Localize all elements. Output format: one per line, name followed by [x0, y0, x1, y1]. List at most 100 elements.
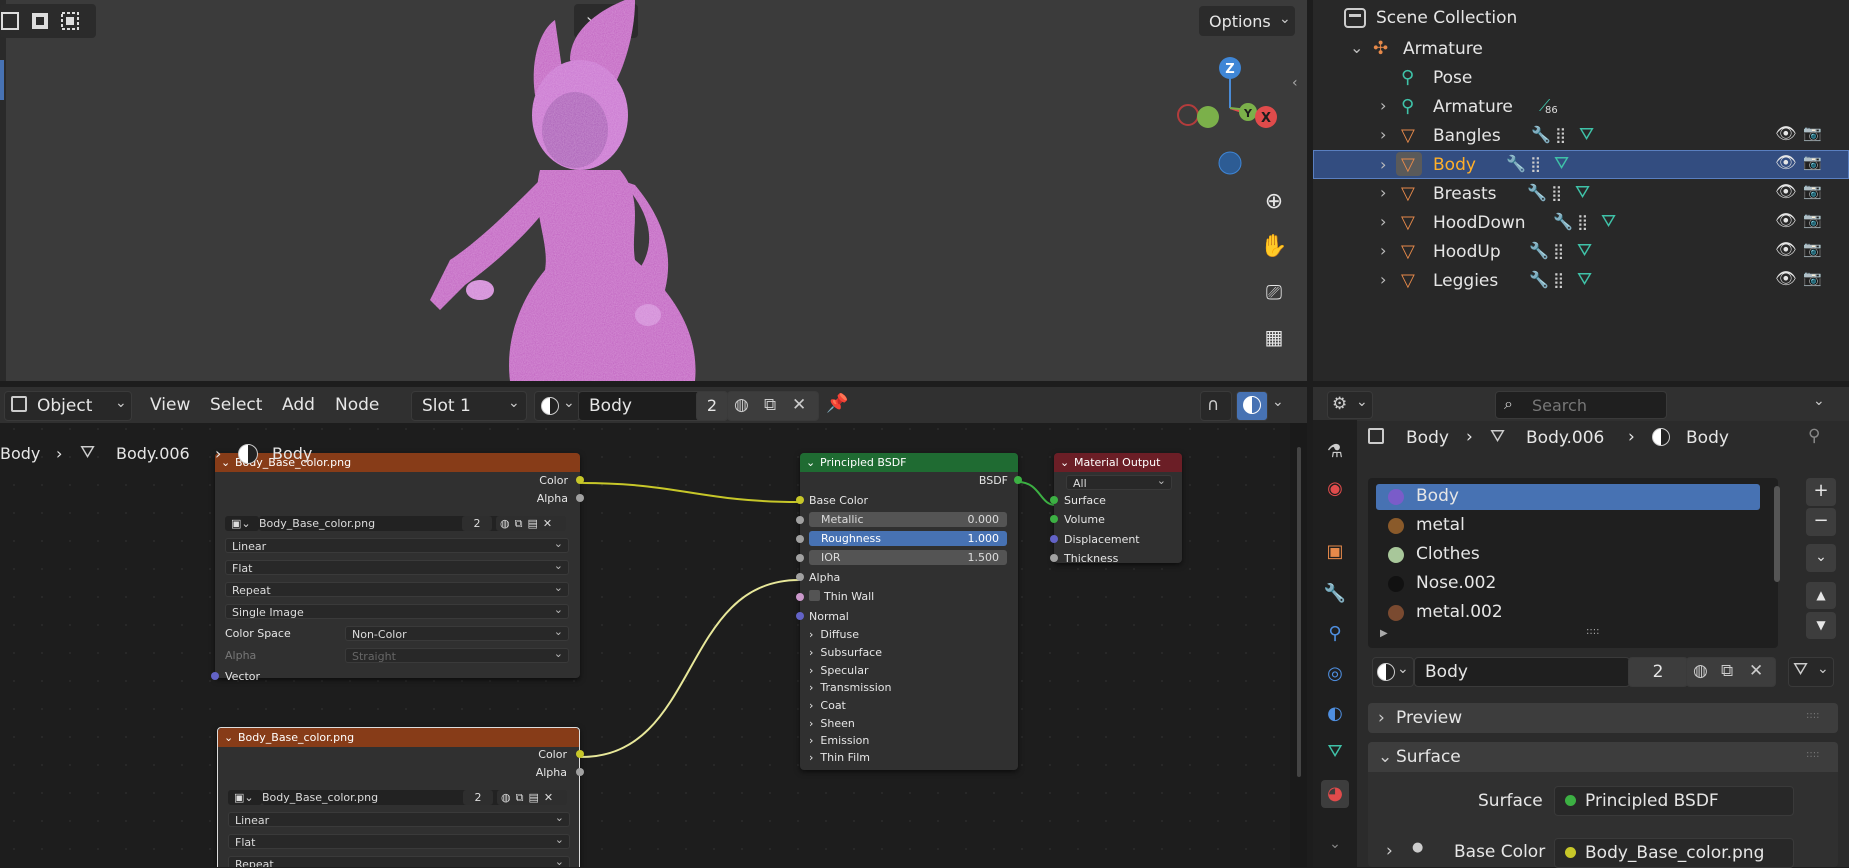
image-texture-node-1[interactable]: ⌄ Body_Base_color.png Color Alpha ▣⌄ Bod… — [211, 453, 584, 683]
camera-icon[interactable]: 📷 — [1803, 153, 1822, 171]
material-slot-item[interactable]: Body — [1376, 484, 1760, 510]
object-mode-dropdown[interactable]: Object ⌄ — [4, 391, 132, 421]
material-tab-icon[interactable]: ◕ — [1321, 780, 1349, 808]
chevron-down-icon[interactable]: ⌄ — [806, 453, 815, 472]
outliner-row-body[interactable]: › ▽ Body 🔧 ⣿ ⛛ 👁 📷 — [1313, 150, 1849, 179]
pin-icon[interactable]: ⚲ — [1808, 426, 1820, 446]
overlays-toggle[interactable] — [1236, 391, 1268, 421]
panel-coat[interactable]: › Coat — [809, 699, 846, 712]
chevron-down-icon[interactable]: ⌄ — [1813, 393, 1825, 409]
eye-icon[interactable]: 👁 — [1775, 269, 1797, 289]
material-slot-item[interactable]: Clothes — [1376, 542, 1760, 568]
node-header[interactable]: ⌄ Body_Base_color.png — [215, 453, 580, 472]
input-vector-socket[interactable] — [211, 672, 219, 680]
ior-slider[interactable]: IOR 1.500 — [809, 550, 1007, 565]
output-alpha-socket[interactable] — [576, 494, 584, 502]
preview-panel-header[interactable]: › Preview :::: — [1368, 703, 1838, 733]
camera-icon[interactable]: 📷 — [1803, 269, 1822, 287]
input-ior-socket[interactable] — [796, 554, 804, 562]
perspective-grid-icon[interactable]: ▦ — [1254, 317, 1294, 357]
input-displacement-socket[interactable] — [1050, 535, 1058, 543]
camera-icon[interactable]: 📷 — [1803, 124, 1822, 142]
modifier-tab-icon[interactable]: 🔧 — [1321, 580, 1349, 608]
camera-icon[interactable]: 📷 — [1803, 182, 1822, 200]
chevron-right-icon[interactable]: › — [1380, 270, 1386, 289]
chevron-down-icon[interactable]: ⌄ — [1350, 38, 1363, 57]
material-slot-list[interactable]: Body metal Clothes Nose.002 metal.002 ▶ … — [1368, 478, 1780, 648]
image-texture-node-2[interactable]: ⌄ Body_Base_color.png Color Alpha ▣⌄ Bod… — [217, 727, 584, 867]
remove-slot-button[interactable]: − — [1806, 508, 1836, 536]
menu-node[interactable]: Node — [335, 395, 379, 415]
slot-dropdown[interactable]: Slot 1 ⌄ — [411, 391, 527, 421]
list-resize-handle[interactable]: :::: — [1586, 626, 1599, 637]
move-down-button[interactable]: ▼ — [1806, 612, 1836, 639]
output-color-socket[interactable] — [576, 476, 584, 484]
navigation-gizmo[interactable]: Z Y X — [1170, 50, 1300, 180]
camera-icon[interactable]: 📷 — [1803, 240, 1822, 258]
outliner-row-leggies[interactable]: › ▽ Leggies 🔧 ⣿ ⛛ 👁 📷 — [1313, 266, 1849, 295]
mesh-data-tab-icon[interactable]: ⛛ — [1321, 738, 1349, 766]
sidebar-toggle-icon[interactable]: ‹ — [1292, 75, 1307, 95]
duplicate-icon[interactable]: ⧉ — [764, 395, 776, 415]
chevron-down-icon[interactable]: ⌄ — [1060, 453, 1069, 472]
input-alpha-socket[interactable] — [796, 573, 804, 581]
source-dropdown[interactable]: Single Image — [225, 602, 569, 619]
drag-handle-icon[interactable]: :::: — [1806, 710, 1819, 721]
zoom-icon[interactable]: ⊕ — [1254, 182, 1294, 222]
base-color-input-selector[interactable]: Body_Base_color.png — [1554, 838, 1794, 868]
surface-panel-header[interactable]: ⌄ Surface :::: — [1368, 742, 1838, 772]
world-tab-icon[interactable]: ◉ — [1321, 475, 1349, 503]
menu-view[interactable]: View — [150, 395, 190, 415]
output-color-socket[interactable] — [576, 750, 584, 758]
link-dropdown[interactable]: ⛛ ⌄ — [1788, 657, 1834, 687]
close-icon[interactable]: ✕ — [1749, 661, 1763, 681]
input-thin-wall-socket[interactable] — [796, 593, 804, 601]
interpolation-dropdown[interactable]: Linear — [228, 810, 570, 827]
image-browse-button[interactable]: ▣⌄ — [228, 790, 262, 805]
pin-icon[interactable]: 📌 — [826, 393, 848, 414]
roughness-slider[interactable]: Roughness 1.000 — [809, 531, 1007, 546]
physics-tab-icon[interactable]: ◎ — [1321, 660, 1349, 688]
list-scrollbar[interactable] — [1774, 486, 1780, 582]
pan-hand-icon[interactable]: ✋ — [1254, 227, 1294, 267]
close-icon[interactable]: ✕ — [792, 395, 806, 415]
metallic-slider[interactable]: Metallic 0.000 — [809, 512, 1007, 527]
chevron-right-icon[interactable]: › — [1386, 841, 1393, 861]
input-metallic-socket[interactable] — [796, 516, 804, 524]
camera-view-icon[interactable]: ⎚ — [1254, 272, 1294, 312]
thin-wall-checkbox[interactable] — [809, 590, 820, 601]
surface-shader-selector[interactable]: Principled BSDF — [1554, 786, 1794, 816]
input-normal-socket[interactable] — [796, 612, 804, 620]
snap-toggle[interactable]: ∩ — [1200, 391, 1232, 421]
principled-bsdf-node[interactable]: ⌄ Principled BSDF BSDF Base Color Metall… — [796, 453, 1022, 770]
material-slot-item[interactable]: metal.002 — [1376, 600, 1760, 626]
search-field[interactable]: ⌕ Search — [1495, 391, 1667, 419]
chevron-right-icon[interactable]: › — [1380, 125, 1386, 144]
outliner-row-hoodup[interactable]: › ▽ HoodUp 🔧 ⣿ ⛛ 👁 📷 — [1313, 237, 1849, 266]
extension-dropdown[interactable]: Repeat — [225, 580, 569, 597]
slot-specials-menu[interactable]: ⌄ — [1806, 544, 1836, 572]
interpolation-dropdown[interactable]: Linear — [225, 536, 569, 553]
chevron-down-icon[interactable]: ⌄ — [221, 453, 230, 472]
chevron-right-icon[interactable]: › — [1380, 212, 1386, 231]
eye-icon[interactable]: 👁 — [1775, 124, 1797, 144]
constraints-tab-icon[interactable]: ◐ — [1321, 700, 1349, 728]
panel-specular[interactable]: › Specular — [809, 664, 868, 677]
input-surface-socket[interactable] — [1050, 496, 1058, 504]
material-users-count[interactable]: 2 — [696, 391, 728, 421]
image-actions[interactable]: ◍⧉▤✕ — [496, 516, 566, 531]
material-slot-item[interactable]: metal — [1376, 513, 1760, 539]
object-tab-icon[interactable]: ▣ — [1321, 538, 1349, 566]
panel-sheen[interactable]: › Sheen — [809, 717, 855, 730]
shader-node-editor[interactable]: ⌄ Body_Base_color.png Color Alpha ▣⌄ Bod… — [0, 387, 1307, 867]
material-browse-button[interactable]: ⌄ — [1372, 657, 1414, 687]
color-space-dropdown[interactable]: Non-Color — [345, 624, 569, 641]
chevron-right-icon[interactable]: › — [1380, 155, 1386, 174]
chevron-right-icon[interactable]: › — [1380, 241, 1386, 260]
output-target-dropdown[interactable]: All — [1066, 473, 1172, 490]
editor-type-dropdown[interactable]: ⚙ ⌄ — [1327, 391, 1373, 419]
chevron-down-icon[interactable]: ⌄ — [224, 728, 233, 747]
menu-select[interactable]: Select — [210, 395, 262, 415]
image-actions[interactable]: ◍⧉▤✕ — [497, 790, 567, 805]
input-thickness-socket[interactable] — [1050, 554, 1058, 562]
